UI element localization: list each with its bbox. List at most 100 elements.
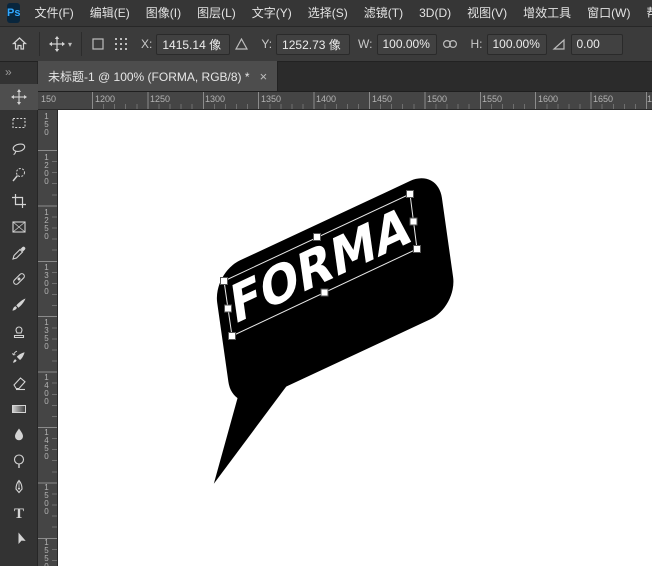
tool-history-brush[interactable] bbox=[0, 344, 38, 370]
transform-handle-right-mid[interactable] bbox=[410, 218, 417, 225]
artwork: FORMA bbox=[58, 110, 652, 566]
tool-dodge[interactable] bbox=[0, 448, 38, 474]
tool-rectangular-marquee[interactable] bbox=[0, 110, 38, 136]
vertical-ruler: 150 1200 1250 1300 1350 1400 1450 1500 1… bbox=[38, 110, 58, 566]
tool-move[interactable] bbox=[0, 84, 38, 110]
menu-select[interactable]: 选择(S) bbox=[300, 0, 356, 26]
menu-window[interactable]: 窗口(W) bbox=[579, 0, 638, 26]
tool-crop[interactable] bbox=[0, 188, 38, 214]
tool-brush[interactable] bbox=[0, 292, 38, 318]
transform-handle-top-mid[interactable] bbox=[314, 234, 321, 241]
document-tab-bar: 未标题-1 @ 100% (FORMA, RGB/8) * × bbox=[38, 62, 652, 92]
speech-bubble-shape[interactable]: FORMA bbox=[186, 168, 466, 484]
move-icon bbox=[11, 89, 27, 105]
transform-handle-left-mid[interactable] bbox=[225, 305, 232, 312]
gradient-icon bbox=[11, 401, 27, 417]
ruler-label: 1200 bbox=[42, 153, 51, 185]
ruler-label: 1350 bbox=[42, 318, 51, 350]
tool-path-selection[interactable] bbox=[0, 526, 38, 552]
reference-point-locator[interactable] bbox=[109, 31, 133, 57]
tool-blur[interactable] bbox=[0, 422, 38, 448]
menu-file[interactable]: 文件(F) bbox=[26, 0, 81, 26]
tool-eraser[interactable] bbox=[0, 370, 38, 396]
close-icon[interactable]: × bbox=[260, 70, 268, 83]
link-icon bbox=[442, 38, 458, 50]
y-label: Y: bbox=[261, 37, 272, 51]
tool-eyedropper[interactable] bbox=[0, 240, 38, 266]
frame-icon bbox=[11, 219, 27, 235]
quick-selection-icon bbox=[11, 167, 27, 183]
svg-text:T: T bbox=[14, 506, 24, 521]
ruler-label: 150 bbox=[42, 112, 51, 136]
ruler-label: 1450 bbox=[372, 94, 392, 104]
toolbar-expand-button[interactable]: » bbox=[0, 62, 37, 84]
reference-point-toggle[interactable] bbox=[87, 31, 109, 57]
transform-handle-bottom-left[interactable] bbox=[229, 333, 236, 340]
crop-icon bbox=[11, 193, 27, 209]
tool-clone-stamp[interactable] bbox=[0, 318, 38, 344]
ruler-label: 1600 bbox=[538, 94, 558, 104]
ruler-label: 150 bbox=[41, 94, 56, 104]
chevron-down-icon: ▾ bbox=[68, 40, 72, 49]
horizontal-ruler: 150 1200 1250 1300 1350 1400 1450 1500 1… bbox=[38, 92, 652, 110]
document-tab-title: 未标题-1 @ 100% (FORMA, RGB/8) * bbox=[48, 68, 250, 85]
transform-handle-top-right[interactable] bbox=[407, 191, 414, 198]
tool-lasso[interactable] bbox=[0, 136, 38, 162]
rotation-indicator bbox=[547, 31, 571, 57]
eyedropper-icon bbox=[11, 245, 27, 261]
move-tool-icon bbox=[49, 36, 65, 52]
checkbox-icon bbox=[92, 38, 104, 50]
brush-icon bbox=[11, 297, 27, 313]
delta-icon bbox=[235, 38, 248, 50]
tool-type[interactable]: T bbox=[0, 500, 38, 526]
ruler-label: 1400 bbox=[42, 373, 51, 405]
ruler-label: 1700 bbox=[647, 94, 652, 104]
menu-filter[interactable]: 滤镜(T) bbox=[356, 0, 411, 26]
rotation-input[interactable] bbox=[571, 34, 623, 55]
height-input[interactable] bbox=[487, 34, 547, 55]
home-button[interactable] bbox=[4, 30, 34, 58]
x-position-input[interactable] bbox=[156, 34, 230, 55]
menu-view[interactable]: 视图(V) bbox=[459, 0, 515, 26]
tool-frame[interactable] bbox=[0, 214, 38, 240]
menu-edit[interactable]: 编辑(E) bbox=[82, 0, 138, 26]
tool-gradient[interactable] bbox=[0, 396, 38, 422]
home-icon bbox=[11, 36, 28, 52]
document-canvas[interactable]: FORMA bbox=[58, 110, 652, 566]
marquee-icon bbox=[11, 115, 27, 131]
menu-image[interactable]: 图像(I) bbox=[138, 0, 189, 26]
ruler-label: 1500 bbox=[427, 94, 447, 104]
width-input[interactable] bbox=[377, 34, 437, 55]
photoshop-window: Ps 文件(F) 编辑(E) 图像(I) 图层(L) 文字(Y) 选择(S) 滤… bbox=[0, 0, 652, 566]
healing-brush-icon bbox=[11, 271, 27, 287]
relative-position-toggle[interactable] bbox=[230, 31, 253, 57]
y-position-input[interactable] bbox=[276, 34, 350, 55]
ruler-label: 1450 bbox=[42, 428, 51, 460]
current-tool-indicator[interactable]: ▾ bbox=[45, 36, 76, 52]
menu-plugins[interactable]: 增效工具 bbox=[515, 0, 579, 26]
blur-droplet-icon bbox=[11, 427, 27, 443]
menu-3d[interactable]: 3D(D) bbox=[411, 0, 459, 26]
maintain-aspect-ratio-toggle[interactable] bbox=[437, 31, 463, 57]
dodge-icon bbox=[11, 453, 27, 469]
ruler-label: 1550 bbox=[482, 94, 502, 104]
tool-pen[interactable] bbox=[0, 474, 38, 500]
menu-help[interactable]: 帮助(H) bbox=[638, 0, 652, 26]
ruler-label: 1300 bbox=[205, 94, 225, 104]
ruler-label: 1550 bbox=[42, 538, 51, 566]
transform-handle-bottom-right[interactable] bbox=[414, 246, 421, 253]
tool-spot-healing[interactable] bbox=[0, 266, 38, 292]
tool-quick-selection[interactable] bbox=[0, 162, 38, 188]
reference-grid-icon bbox=[114, 37, 128, 51]
transform-handle-bottom-mid[interactable] bbox=[321, 289, 328, 296]
ruler-label: 1650 bbox=[593, 94, 613, 104]
menu-bar: Ps 文件(F) 编辑(E) 图像(I) 图层(L) 文字(Y) 选择(S) 滤… bbox=[0, 0, 652, 27]
x-label: X: bbox=[141, 37, 152, 51]
tool-panel: » bbox=[0, 62, 38, 566]
ps-logo-icon: Ps bbox=[7, 3, 20, 23]
menu-type[interactable]: 文字(Y) bbox=[244, 0, 300, 26]
transform-handle-top-left[interactable] bbox=[221, 278, 228, 285]
menu-layer[interactable]: 图层(L) bbox=[189, 0, 244, 26]
separator bbox=[81, 32, 82, 56]
document-tab[interactable]: 未标题-1 @ 100% (FORMA, RGB/8) * × bbox=[38, 61, 278, 91]
